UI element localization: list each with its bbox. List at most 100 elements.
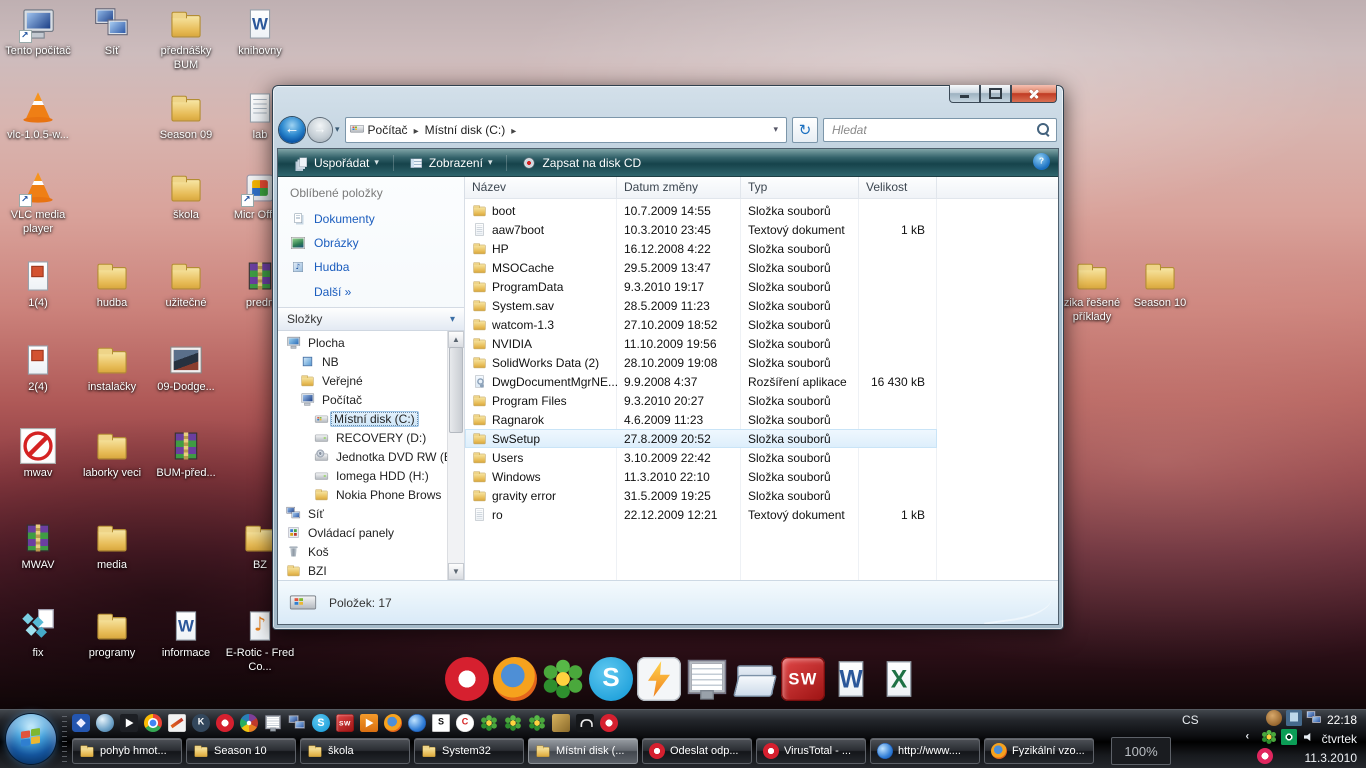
tree-item-nokia-phone-brows[interactable]: Nokia Phone Brows [278, 485, 447, 504]
winamp-dock-button[interactable] [637, 657, 681, 706]
desktop-icon-instala-ky[interactable]: instalačky [76, 342, 148, 395]
antivirus-eye-tray-icon[interactable] [1281, 729, 1297, 750]
toolbar-button-uspo-dat[interactable]: Uspořádat [286, 152, 386, 174]
tree-item-po-ta[interactable]: Počítač [278, 390, 447, 409]
network-tray-icon[interactable] [1306, 710, 1322, 731]
display-dock-button[interactable] [685, 657, 729, 706]
tree-item-ve-ejn[interactable]: Veřejné [278, 371, 447, 390]
breadcrumb-segment-m-stn-disk-c[interactable]: Místní disk (C:) [422, 121, 520, 139]
taskbar-button-odeslat-odp[interactable]: Odeslat odp... [642, 738, 752, 764]
taskbar-button-m-stn-disk[interactable]: Místní disk (... [528, 738, 638, 764]
favorites-link-hudba[interactable]: Hudba [278, 255, 464, 279]
folders-band[interactable]: Složky ▾ [278, 307, 464, 331]
file-row-program-files[interactable]: Program Files9.3.2010 20:27Složka soubor… [465, 391, 937, 410]
desktop-icon-mwav[interactable]: mwav [2, 428, 74, 481]
word-dock-button[interactable] [829, 657, 873, 706]
tree-item-m-stn-disk-c[interactable]: Místní disk (C:) [278, 409, 447, 428]
taskbar-button-season-10[interactable]: Season 10 [186, 738, 296, 764]
msn-quicklaunch-button[interactable] [72, 714, 90, 737]
desktop-icon-fix[interactable]: fix [2, 608, 74, 661]
desktop-icon-u-ite-n[interactable]: užitečné [150, 258, 222, 311]
icq-tray-icon[interactable] [1261, 729, 1277, 750]
desktop-icon-programy[interactable]: programy [76, 608, 148, 661]
desktop-icon-knihovny[interactable]: knihovny [224, 6, 296, 59]
firefox-quicklaunch-button[interactable] [384, 714, 402, 737]
tree-item-nb[interactable]: NB [278, 352, 447, 371]
file-row-gravity-error[interactable]: gravity error31.5.2009 19:25Složka soubo… [465, 486, 937, 505]
tree-scrollbar[interactable]: ▲ ▼ [447, 331, 464, 580]
file-row-swsetup[interactable]: SwSetup27.8.2009 20:52Složka souborů [465, 429, 937, 448]
toolbar-button-zapsat-na-disk-cd[interactable]: Zapsat na disk CD [514, 152, 648, 174]
headphones-quicklaunch-button[interactable] [576, 714, 594, 737]
desktop-icon-season-10[interactable]: Season 10 [1124, 258, 1196, 311]
file-row-nvidia[interactable]: NVIDIA11.10.2009 19:56Složka souborů [465, 334, 937, 353]
file-row-programdata[interactable]: ProgramData9.3.2010 19:17Složka souborů [465, 277, 937, 296]
skype-quicklaunch-button[interactable] [312, 714, 330, 737]
solidworks-dock-button[interactable] [781, 657, 825, 706]
favorites-more-link[interactable]: Další » [278, 279, 464, 307]
refresh-button[interactable]: ↻ [792, 117, 818, 143]
column-header-velikost[interactable]: Velikost [859, 177, 937, 198]
desktop-icon-vlc-1-0-5-w[interactable]: vlc-1.0.5-w... [2, 90, 74, 143]
desktop-icon-bum-p-ed[interactable]: BUM-před... [150, 428, 222, 481]
breadcrumb[interactable]: PočítačMístní disk (C:) ▾ [345, 117, 787, 143]
desktop-icon-s[interactable]: Síť [76, 6, 148, 59]
globe-quicklaunch-button[interactable] [408, 714, 426, 737]
desktop-icon-zika-e-en-p-klady[interactable]: zika řešené příklady [1056, 258, 1128, 325]
kmplayer-quicklaunch-button[interactable] [192, 714, 210, 737]
desktop-icon-vlc-media-player[interactable]: VLC media player [2, 170, 74, 237]
file-row-dwgdocumentmgrne[interactable]: DwgDocumentMgrNE...9.9.2008 4:37Rozšířen… [465, 372, 937, 391]
tree-item-bzi[interactable]: BZI [278, 561, 447, 580]
tree-item-s[interactable]: Síť [278, 504, 447, 523]
scroll-up-icon[interactable]: ▲ [448, 331, 464, 348]
tree-item-ovl-dac-panely[interactable]: Ovládací panely [278, 523, 447, 542]
tree-item-iomega-hdd-h[interactable]: Iomega HDD (H:) [278, 466, 447, 485]
avast-tray-icon[interactable] [1257, 748, 1273, 768]
tree-item-ko[interactable]: Koš [278, 542, 447, 561]
desktop-icon-media[interactable]: media [76, 520, 148, 573]
search-icon[interactable] [1037, 123, 1050, 136]
icq-quicklaunch-button[interactable] [504, 714, 522, 737]
desktop-icon-informace[interactable]: informace [150, 608, 222, 661]
scrollbar-thumb[interactable] [449, 347, 463, 433]
remote-desktop-quicklaunch-button[interactable] [288, 714, 306, 737]
file-row-boot[interactable]: boot10.7.2009 14:55Složka souborů [465, 201, 937, 220]
zoom-level-indicator[interactable]: 100% [1111, 737, 1171, 765]
icq-quicklaunch-button[interactable] [528, 714, 546, 737]
solidworks-quicklaunch-button[interactable] [336, 714, 354, 737]
chrome-quicklaunch-button[interactable] [144, 714, 162, 737]
desktop-icon-kola[interactable]: škola [150, 170, 222, 223]
favorites-link-obr-zky[interactable]: Obrázky [278, 231, 464, 255]
taskbar-grip[interactable] [62, 716, 67, 762]
excel-dock-button[interactable] [877, 657, 921, 706]
tree-item-jednotka-dvd-rw-e[interactable]: Jednotka DVD RW (E [278, 447, 447, 466]
wmp-quicklaunch-button[interactable] [360, 714, 378, 737]
sketchup-quicklaunch-button[interactable] [432, 714, 450, 737]
file-row-aaw7boot[interactable]: aaw7boot10.3.2010 23:45Textový dokument1… [465, 220, 937, 239]
speaker-tray-icon[interactable] [1301, 729, 1317, 750]
taskbar-button-http-www[interactable]: http://www.... [870, 738, 980, 764]
icq-dock-button[interactable] [541, 657, 585, 706]
device-tray-icon[interactable] [1286, 710, 1302, 731]
file-row-msocache[interactable]: MSOCache29.5.2009 13:47Složka souborů [465, 258, 937, 277]
icq-quicklaunch-button[interactable] [480, 714, 498, 737]
brush-quicklaunch-button[interactable] [552, 714, 570, 737]
back-button[interactable] [279, 117, 305, 143]
chevron-left-tray-icon[interactable] [1241, 729, 1257, 750]
taskbar-button-kola[interactable]: škola [300, 738, 410, 764]
recent-pages-dropdown-icon[interactable]: ▾ [335, 124, 340, 135]
minimize-button[interactable] [949, 85, 980, 103]
window-titlebar[interactable] [277, 86, 1059, 111]
breadcrumb-segment-po-ta[interactable]: Počítač [365, 121, 422, 139]
firefox-dock-button[interactable] [493, 657, 537, 706]
file-row-windows[interactable]: Windows11.3.2010 22:10Složka souborů [465, 467, 937, 486]
language-indicator[interactable]: CS [1182, 713, 1199, 727]
opera-dock-button[interactable] [445, 657, 489, 706]
orb-quicklaunch-button[interactable] [96, 714, 114, 737]
taskbar-button-pohyb-hmot[interactable]: pohyb hmot... [72, 738, 182, 764]
toolbar-button-zobrazen[interactable]: Zobrazení [401, 152, 500, 174]
file-row-ro[interactable]: ro22.12.2009 12:21Textový dokument1 kB [465, 505, 937, 524]
skype-dock-button[interactable] [589, 657, 633, 706]
taskbar-button-fyzik-ln-vzo[interactable]: Fyzikální vzo... [984, 738, 1094, 764]
desktop-icon-laborky-veci[interactable]: laborky veci [76, 428, 148, 481]
